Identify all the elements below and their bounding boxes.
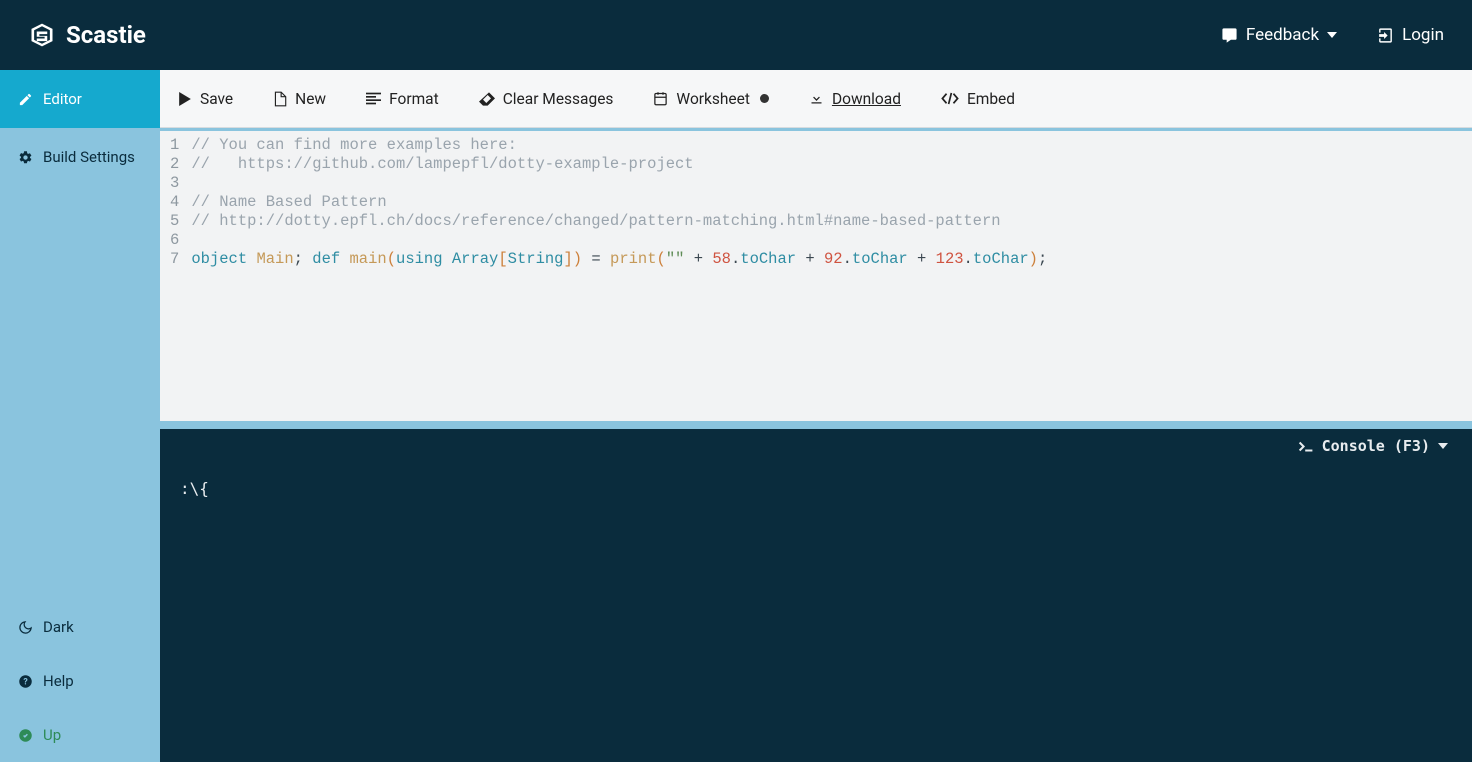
scastie-logo-icon	[28, 21, 56, 49]
embed-button[interactable]: Embed	[941, 90, 1015, 108]
sidebar-up-label: Up	[43, 726, 61, 744]
moon-icon	[18, 620, 33, 635]
code-icon	[941, 92, 959, 105]
worksheet-button[interactable]: Worksheet	[653, 90, 769, 108]
embed-label: Embed	[967, 90, 1015, 108]
console-output: :\{	[160, 429, 1472, 498]
app-name: Scastie	[66, 21, 146, 49]
sidebar-help-label: Help	[43, 672, 74, 690]
play-icon	[178, 92, 192, 106]
format-label: Format	[389, 90, 439, 108]
worksheet-label: Worksheet	[676, 90, 750, 108]
download-icon	[809, 91, 824, 106]
clear-messages-button[interactable]: Clear Messages	[479, 90, 614, 108]
code-editor[interactable]: 1 2 3 4 5 6 7 // You can find more examp…	[160, 128, 1472, 421]
save-button[interactable]: Save	[178, 90, 233, 108]
align-icon	[366, 92, 381, 105]
line-gutter: 1 2 3 4 5 6 7	[160, 131, 185, 421]
feedback-label: Feedback	[1246, 25, 1319, 45]
caret-down-icon	[1438, 442, 1448, 450]
sidebar-item-editor[interactable]: Editor	[0, 70, 160, 128]
clear-label: Clear Messages	[503, 90, 614, 108]
feedback-link[interactable]: Feedback	[1221, 25, 1337, 45]
calendar-icon	[653, 91, 668, 106]
sidebar-item-up[interactable]: Up	[0, 708, 160, 762]
comment-icon	[1221, 27, 1238, 44]
console-toggle[interactable]: Console (F3)	[1298, 437, 1448, 455]
sidebar-item-help[interactable]: ? Help	[0, 654, 160, 708]
caret-down-icon	[1327, 30, 1337, 40]
sidebar-build-settings-label: Build Settings	[43, 148, 135, 166]
sidebar-editor-label: Editor	[43, 90, 82, 108]
login-icon	[1377, 27, 1394, 44]
eraser-icon	[479, 92, 495, 106]
console-panel: Console (F3) :\{	[160, 429, 1472, 762]
worksheet-status-dot	[760, 94, 769, 103]
sidebar-item-dark[interactable]: Dark	[0, 600, 160, 654]
login-link[interactable]: Login	[1377, 25, 1444, 45]
code-content[interactable]: // You can find more examples here:// ht…	[185, 131, 1047, 421]
console-separator	[160, 421, 1472, 429]
terminal-icon	[1298, 440, 1314, 453]
format-button[interactable]: Format	[366, 90, 439, 108]
new-button[interactable]: New	[273, 90, 326, 108]
sidebar: Editor Build Settings Dark ? Help	[0, 70, 160, 762]
console-header-label: Console (F3)	[1322, 437, 1430, 455]
help-icon: ?	[18, 674, 33, 689]
app-header: Scastie Feedback Login	[0, 0, 1472, 70]
check-circle-icon	[18, 728, 33, 743]
save-label: Save	[200, 90, 233, 108]
sidebar-item-build-settings[interactable]: Build Settings	[0, 128, 160, 186]
download-label: Download	[832, 90, 901, 108]
toolbar: Save New Format Clear Messages Worksheet	[160, 70, 1472, 128]
svg-text:?: ?	[23, 677, 28, 687]
logo[interactable]: Scastie	[28, 21, 146, 49]
file-icon	[273, 91, 287, 107]
gear-icon	[18, 150, 33, 165]
new-label: New	[295, 90, 326, 108]
download-button[interactable]: Download	[809, 90, 901, 108]
sidebar-dark-label: Dark	[43, 618, 74, 636]
login-label: Login	[1402, 25, 1444, 45]
edit-icon	[18, 92, 33, 107]
